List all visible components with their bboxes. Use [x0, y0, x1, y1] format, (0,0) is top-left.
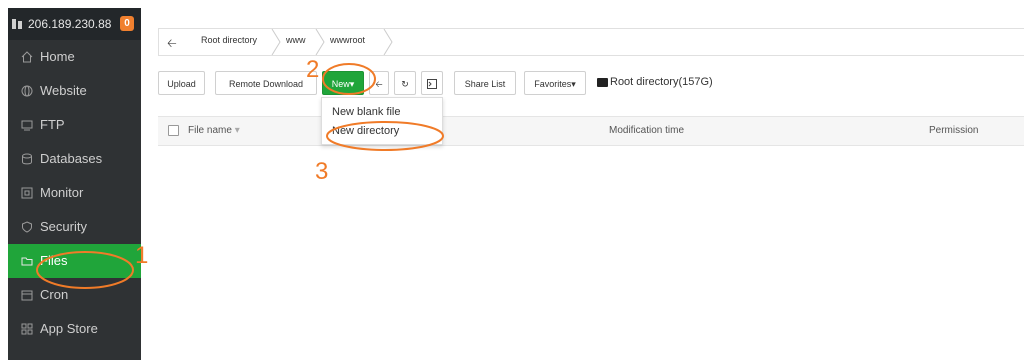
- back-button[interactable]: 🡠: [369, 71, 389, 95]
- notification-badge[interactable]: 0: [120, 16, 134, 31]
- favorites-button-label: Favorites: [534, 79, 572, 89]
- column-header-permission[interactable]: Permission: [929, 125, 978, 136]
- sidebar-item-databases[interactable]: Databases: [8, 142, 141, 176]
- remote-download-button[interactable]: Remote Download: [215, 71, 317, 95]
- sidebar-item-security[interactable]: Security: [8, 210, 141, 244]
- column-header-label: File name: [188, 125, 232, 136]
- sidebar-item-label: Databases: [40, 151, 103, 166]
- back-arrow-icon: 🡠: [375, 79, 383, 89]
- monitor-icon: [21, 187, 33, 199]
- database-icon: [22, 153, 32, 165]
- disk-label[interactable]: Root directory(157G): [610, 76, 713, 88]
- ftp-icon: [21, 120, 33, 131]
- sidebar-item-label: FTP: [40, 117, 65, 132]
- home-icon: [21, 51, 33, 63]
- calendar-icon: [21, 290, 33, 301]
- page: 206.189.230.88 0 Home Website FTP Databa…: [0, 0, 1024, 360]
- sidebar-item-ftp[interactable]: FTP: [8, 108, 141, 142]
- sidebar-item-label: Files: [40, 253, 68, 268]
- grid-icon: [21, 323, 33, 335]
- refresh-button[interactable]: ↻: [394, 71, 416, 95]
- sidebar-item-files[interactable]: Files: [8, 244, 141, 278]
- breadcrumb-item[interactable]: Root directory: [201, 35, 257, 45]
- back-arrow-icon[interactable]: 🡠: [167, 34, 177, 55]
- shield-icon: [22, 221, 32, 233]
- breadcrumb: 🡠 Root directory www wwwroot: [158, 28, 1024, 56]
- sidebar-item-label: Cron: [40, 287, 69, 302]
- breadcrumb-separator-icon: [383, 29, 393, 55]
- toolbar: Upload Remote Download New▾ 🡠 ↻ Share Li…: [158, 71, 1024, 97]
- upload-button[interactable]: Upload: [158, 71, 205, 95]
- annotation-number-3: 3: [315, 158, 329, 185]
- sidebar-item-label: Security: [40, 219, 87, 234]
- caret-down-icon: ▾: [349, 79, 355, 89]
- annotation-number-1: 1: [135, 242, 149, 269]
- breadcrumb-separator-icon: [315, 29, 325, 55]
- refresh-icon: ↻: [401, 79, 409, 89]
- folder-icon: [21, 257, 33, 266]
- sidebar-item-label: App Store: [40, 321, 98, 336]
- sidebar-item-app-store[interactable]: App Store: [8, 312, 141, 346]
- annotation-number-2: 2: [306, 56, 320, 83]
- disk-icon: [597, 78, 608, 87]
- globe-icon: [21, 85, 33, 97]
- file-manager: 🡠 Root directory www wwwroot Upload Remo…: [150, 16, 1024, 360]
- favorites-button[interactable]: Favorites▾: [524, 71, 586, 95]
- caret-down-icon: ▾: [571, 79, 576, 89]
- terminal-icon: [427, 79, 437, 89]
- breadcrumb-separator-icon: [271, 29, 281, 55]
- sidebar-item-label: Website: [40, 83, 87, 98]
- share-list-button[interactable]: Share List: [454, 71, 516, 95]
- breadcrumb-item[interactable]: www: [286, 35, 306, 45]
- sidebar-item-label: Home: [40, 49, 75, 64]
- select-all-checkbox[interactable]: [168, 125, 179, 136]
- sidebar-item-monitor[interactable]: Monitor: [8, 176, 141, 210]
- column-header-file-name[interactable]: File name ▾: [188, 125, 240, 136]
- new-button[interactable]: New▾: [322, 71, 364, 95]
- table-header: File name ▾ Modification time Permission: [158, 116, 1024, 146]
- new-directory-item[interactable]: New directory: [332, 125, 399, 137]
- server-ip: 206.189.230.88: [28, 17, 112, 31]
- new-blank-file-item[interactable]: New blank file: [332, 106, 400, 118]
- new-button-label: New: [331, 79, 350, 89]
- sidebar: 206.189.230.88 0 Home Website FTP Databa…: [8, 8, 141, 360]
- sidebar-item-home[interactable]: Home: [8, 40, 141, 74]
- server-icon: [12, 19, 22, 29]
- server-bar[interactable]: 206.189.230.88 0: [8, 8, 141, 40]
- breadcrumb-item[interactable]: wwwroot: [330, 35, 365, 45]
- sidebar-item-label: Monitor: [40, 185, 84, 200]
- sidebar-item-website[interactable]: Website: [8, 74, 141, 108]
- new-dropdown-menu: New blank file New directory: [321, 97, 443, 145]
- sidebar-item-cron[interactable]: Cron: [8, 278, 141, 312]
- sort-icon: ▾: [234, 125, 240, 136]
- terminal-button[interactable]: [421, 71, 443, 95]
- column-header-modification-time[interactable]: Modification time: [609, 125, 684, 136]
